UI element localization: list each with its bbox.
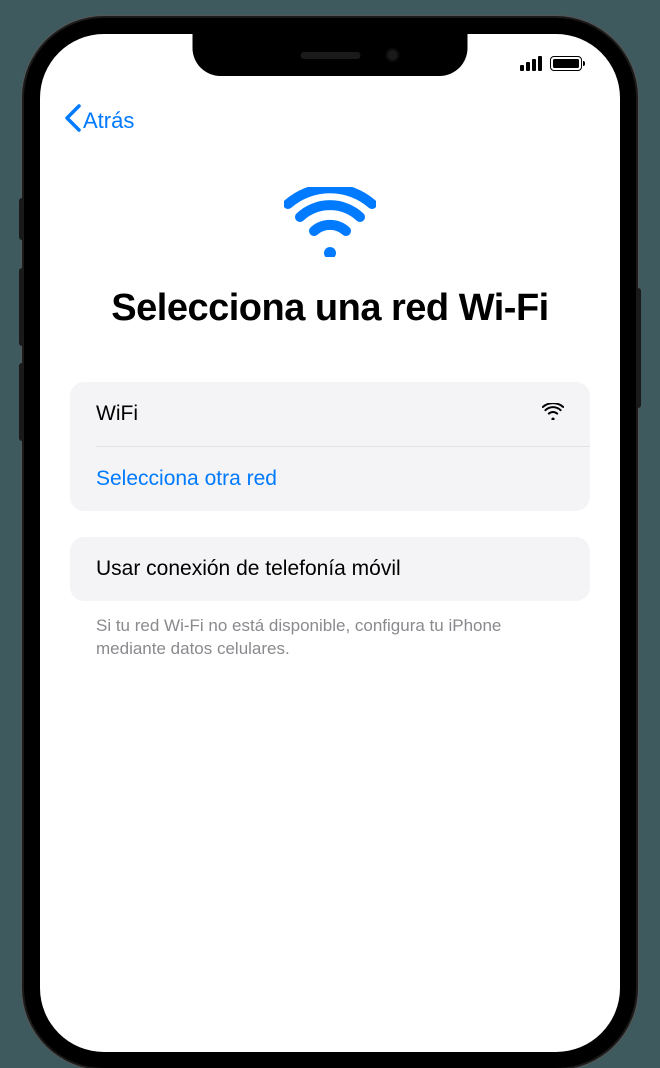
- network-list-card: WiFi Selecciona otra red: [70, 382, 590, 511]
- battery-icon: [550, 56, 582, 71]
- cellular-footer-note: Si tu red Wi‑Fi no está disponible, conf…: [70, 615, 590, 661]
- cellular-card: Usar conexión de telefonía móvil: [70, 537, 590, 601]
- use-cellular-label: Usar conexión de telefonía móvil: [96, 557, 401, 581]
- back-button[interactable]: Atrás: [64, 104, 134, 137]
- main-content: Selecciona una red Wi‑Fi WiFi: [40, 137, 620, 660]
- volume-up-button: [19, 268, 24, 346]
- choose-other-network-row[interactable]: Selecciona otra red: [70, 447, 590, 511]
- volume-down-button: [19, 363, 24, 441]
- speaker-grille: [300, 52, 360, 59]
- status-right: [520, 56, 582, 71]
- wifi-network-name: WiFi: [96, 402, 138, 426]
- choose-other-network-label: Selecciona otra red: [96, 467, 277, 491]
- screen: Atrás Selecciona una red Wi‑Fi WiFi: [40, 34, 620, 1052]
- cellular-signal-icon: [520, 56, 542, 71]
- wifi-network-row[interactable]: WiFi: [70, 382, 590, 446]
- mute-switch: [19, 198, 24, 240]
- phone-frame: Atrás Selecciona una red Wi‑Fi WiFi: [24, 18, 636, 1068]
- chevron-back-icon: [64, 104, 81, 137]
- power-button: [636, 288, 641, 408]
- wifi-signal-icon: [542, 402, 564, 426]
- back-label: Atrás: [83, 108, 134, 134]
- page-title: Selecciona una red Wi‑Fi: [111, 286, 548, 332]
- use-cellular-button[interactable]: Usar conexión de telefonía móvil: [70, 537, 590, 601]
- front-camera: [386, 48, 400, 62]
- notch: [193, 34, 468, 76]
- wifi-hero-icon: [284, 187, 376, 262]
